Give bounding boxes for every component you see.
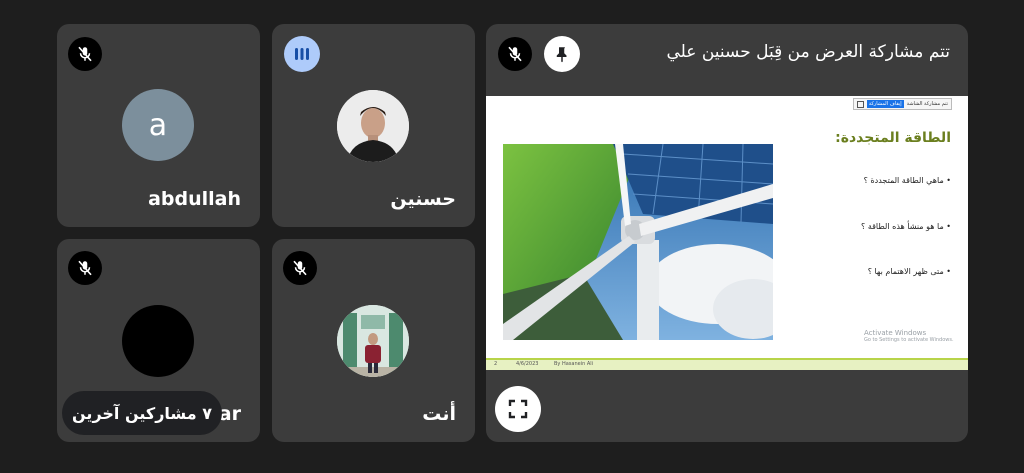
other-participants-button[interactable]: ٧ مشاركين آخرين [62,391,222,435]
participant-name: أنت [422,403,456,425]
avatar-initial: a [148,107,168,143]
fullscreen-button[interactable] [495,386,541,432]
speaking-indicator-icon [284,36,320,72]
footer-date: 4/6/2023 [516,361,539,367]
avatar [337,90,409,162]
participant-tile-abdullah[interactable]: a abdullah [57,24,260,227]
slide-bullet: • متى ظهر الاهتمام بها ؟ [867,267,951,276]
avatar: a [122,89,194,161]
stop-share-button[interactable]: إيقاف المشاركة [866,100,904,108]
mic-off-icon [68,251,102,285]
footer-page: 2 [494,361,498,367]
presenter-banner: تتم مشاركة العرض من قِبَل حسنين علي [666,42,951,62]
participant-name: abdullah [148,188,241,210]
share-status-text: تتم مشاركة الشاشة [906,101,948,107]
mic-off-icon [498,37,532,71]
avatar [122,305,194,377]
avatar [337,305,409,377]
fullscreen-icon [508,399,528,419]
pin-icon [556,47,567,63]
participant-tile-you[interactable]: أنت [272,239,475,442]
activate-windows-watermark: Activate Windows Go to Settings to activ… [864,329,954,343]
mic-off-icon [68,37,102,71]
presentation-tile[interactable]: تتم مشاركة العرض من قِبَل حسنين علي إيقا… [486,24,968,442]
participant-tile-hasanein[interactable]: حسنين [272,24,475,227]
participant-name: حسنين [390,188,456,210]
shared-slide: إيقاف المشاركة تتم مشاركة الشاشة الطاقة … [486,96,968,370]
minimize-icon [856,100,864,108]
share-toolbar: إيقاف المشاركة تتم مشاركة الشاشة [852,98,952,110]
slide-bullet: • ماهي الطاقة المتجددة ؟ [863,176,951,185]
footer-author: By Hasanein Ali [554,361,594,367]
pin-button[interactable] [544,36,580,72]
slide-image [503,143,793,340]
slide-bullet: • ما هو منشأ هذه الطاقة ؟ [861,222,951,231]
participant-name: ar [218,403,241,425]
slide-title: الطاقة المتجددة: [835,130,951,146]
slide-footer: 2 4/6/2023 By Hasanein Ali [486,358,968,370]
mic-off-icon [283,251,317,285]
